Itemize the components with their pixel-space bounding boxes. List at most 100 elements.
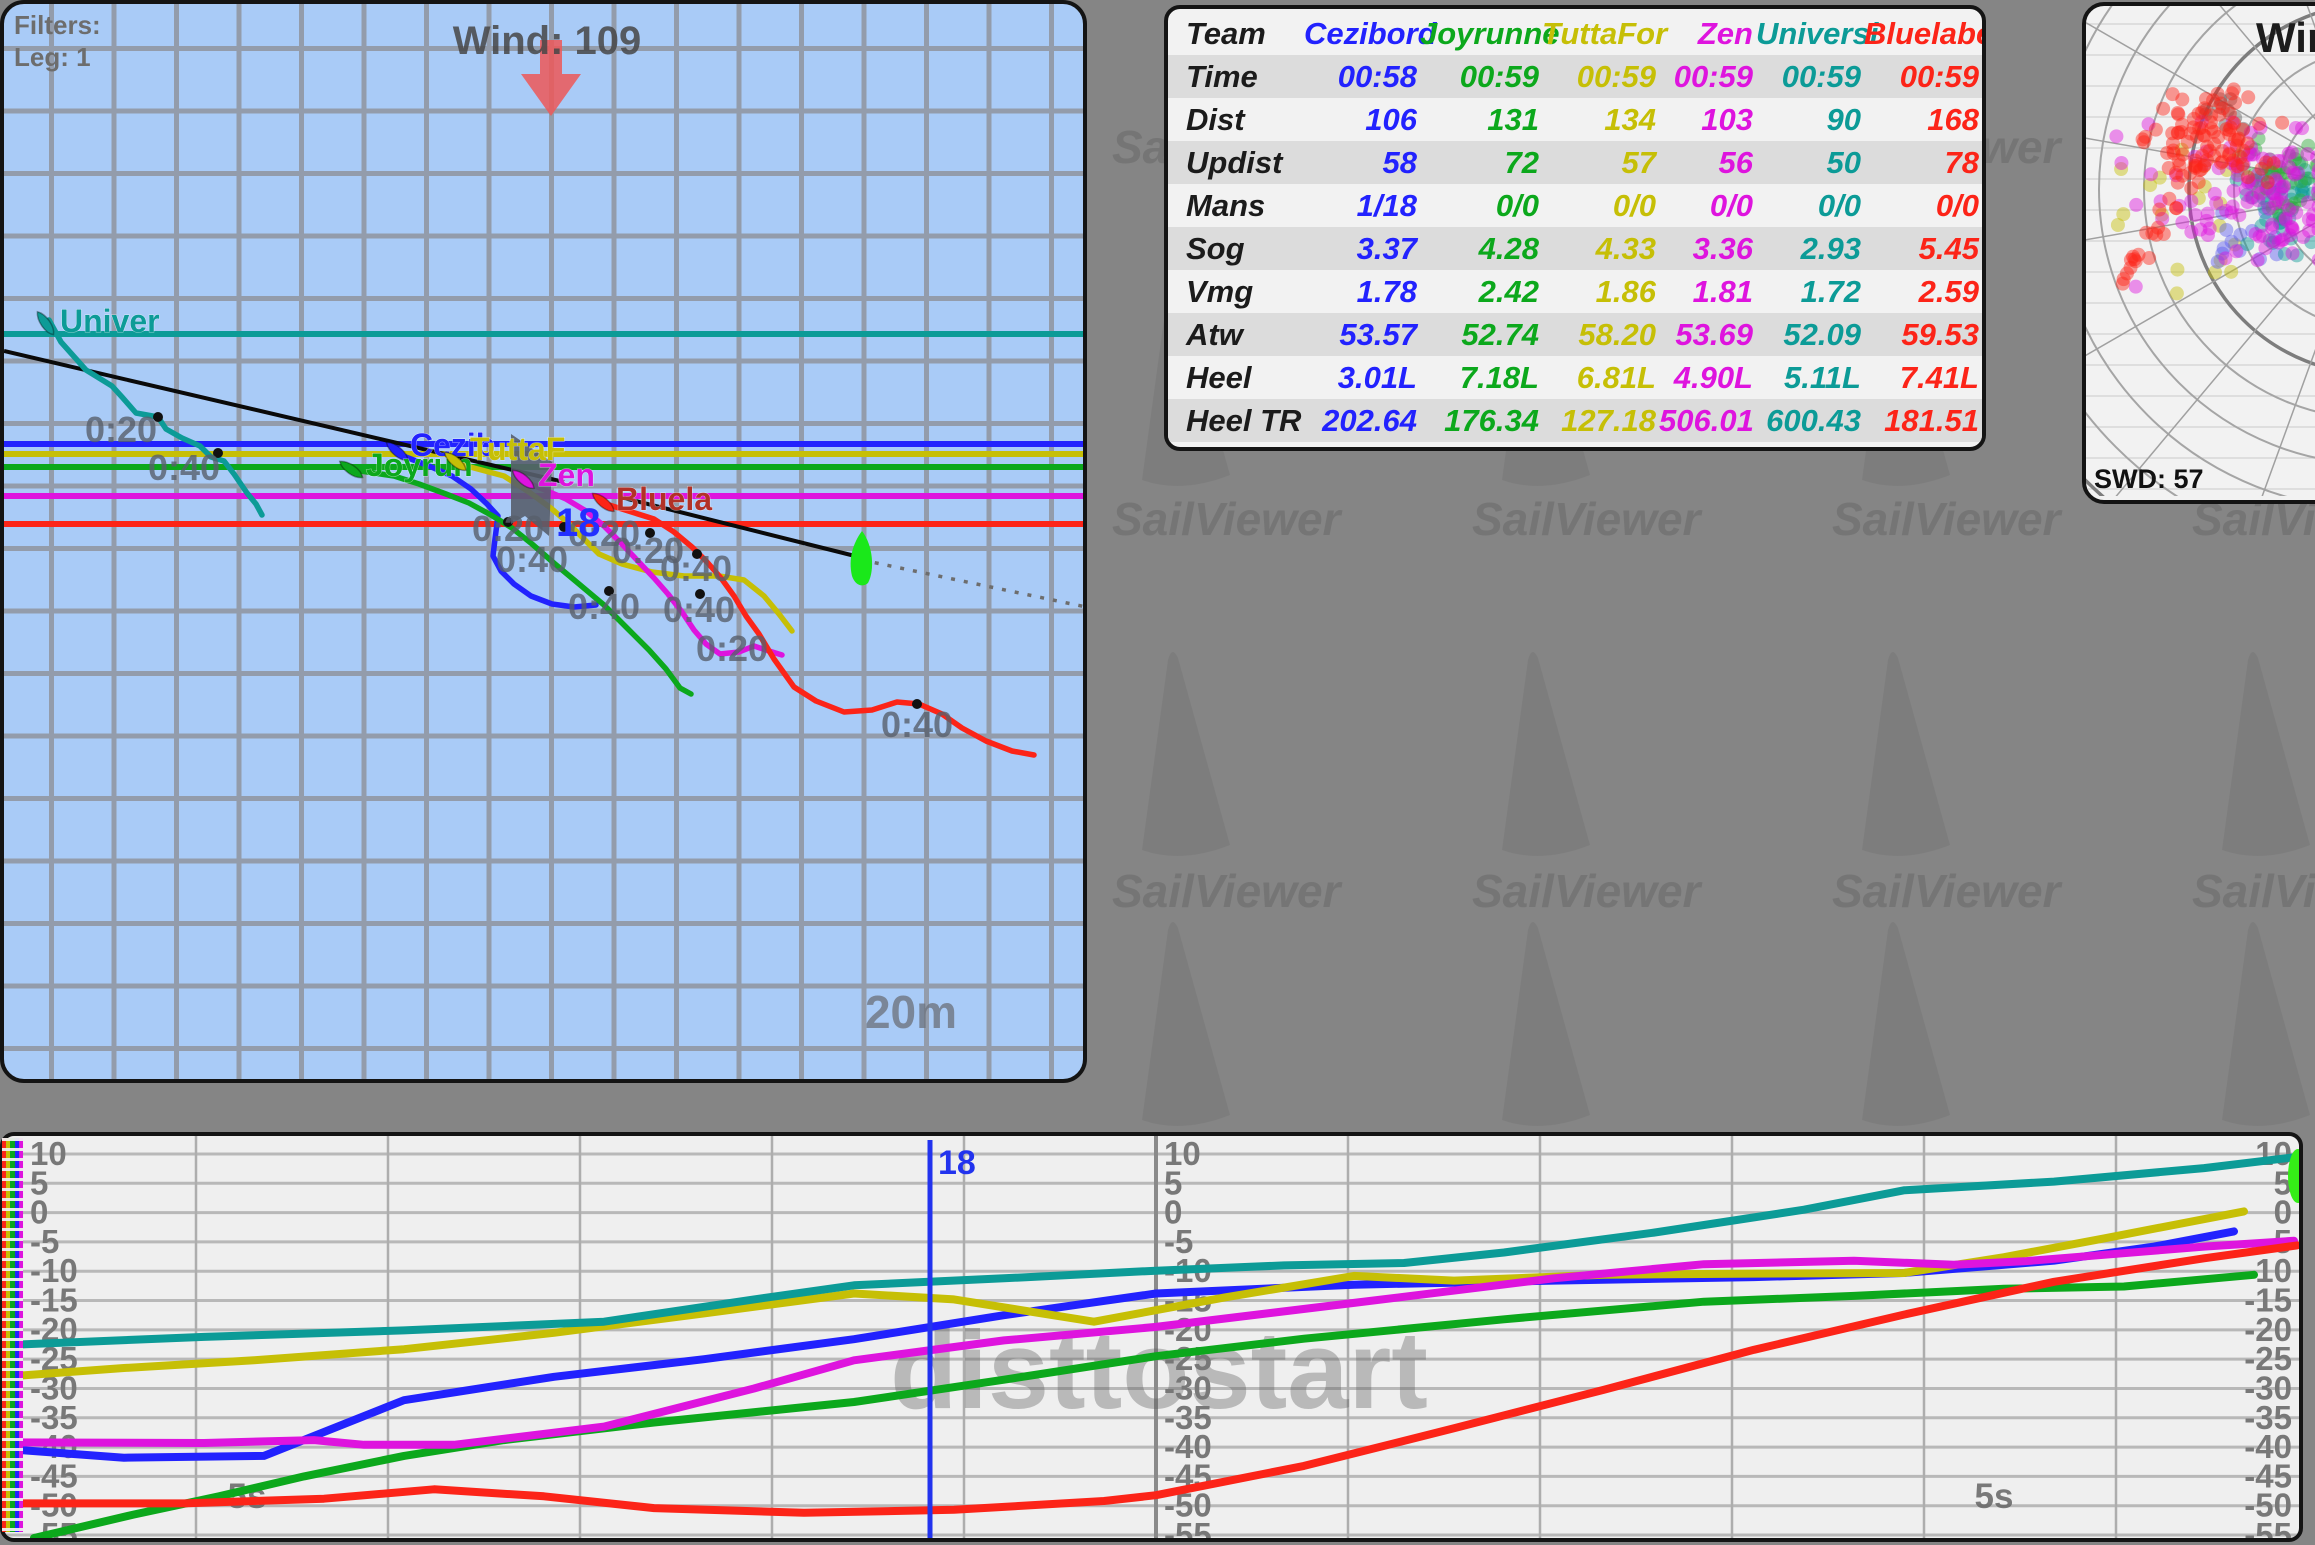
polar-sample-dot [2219,204,2233,218]
row-label: Mans [1168,184,1304,227]
table-cell: 1.81 [1659,270,1756,313]
table-cell: 2.42 [1420,270,1542,313]
polar-sample-dot [2296,230,2310,244]
team-column-header-zen[interactable]: Zen [1659,12,1756,55]
polar-sample-dot [2144,167,2158,181]
table-cell: 7.18L [1420,356,1542,399]
polar-sample-dot [2267,156,2281,170]
table-cell: 0/0 [1659,184,1756,227]
disttostart-chart[interactable]: disttostart101010555000-5-5-5-10-10-10-1… [0,1132,2303,1542]
x-tick-label: 5s [1975,1477,2014,1516]
watermark-text: SailViewer [1112,493,1343,545]
polar-sample-dot [2166,144,2180,158]
projected-course-line [862,560,1083,608]
table-cell: 134 [1542,98,1659,141]
table-row-updist: Updist587257565078 [1168,141,1982,184]
polar-sample-dot [2184,194,2198,208]
polar-sample-dot [2142,251,2156,265]
row-label: Dist [1168,98,1304,141]
boat-label-universi: Univer [60,303,160,339]
polar-sample-dot [2223,120,2237,134]
polar-sample-dot [2109,129,2123,143]
y-tick-label-mid: -55 [1164,1516,1212,1538]
polar-sample-dot [2162,192,2176,206]
polar-sample-dot [2274,187,2288,201]
polar-sample-dot [2222,147,2236,161]
polar-sample-dot [2285,145,2299,159]
polar-sample-dot [2241,90,2255,104]
table-cell: 59.53 [1864,313,1982,356]
table-cell: 00:58 [1304,55,1420,98]
polar-sample-dot [2219,223,2233,237]
table-cell: 52.09 [1756,313,1864,356]
table-cell: 506.01 [1659,399,1756,442]
table-cell: 4.33 [1542,227,1659,270]
polar-sample-dot [2261,175,2275,189]
watermark-sail-silhouette [1142,652,1230,856]
polar-sample-dot [2166,87,2180,101]
table-cell: 58 [1304,141,1420,184]
polar-sample-dot [2252,117,2266,131]
polar-sample-dot [2262,202,2276,216]
boat-label-zen: Zen [538,457,595,493]
polar-sample-dot [2282,160,2296,174]
team-column-header-universi[interactable]: Universi [1756,12,1864,55]
track-time-label: 0:40 [496,539,568,580]
leg-label[interactable]: Leg: 1 [14,42,91,72]
table-cell: 0/0 [1420,184,1542,227]
team-column-header-joyrunne[interactable]: Joyrunne [1420,12,1542,55]
table-cell: 3.01L [1304,356,1420,399]
polar-sample-dot [2170,286,2184,300]
row-label: Time [1168,55,1304,98]
row-label: Heel [1168,356,1304,399]
polar-sample-dot [2170,263,2184,277]
table-cell: 78 [1864,141,1982,184]
polar-sample-dot [2227,184,2241,198]
team-column-header-cezibord[interactable]: Cezibord [1304,12,1420,55]
team-column-header-bluelabe[interactable]: Bluelabe [1864,12,1982,55]
table-cell: 1.72 [1756,270,1864,313]
table-cell: 176.34 [1420,399,1542,442]
polar-sample-dot [2227,82,2241,96]
race-map-overlay: UniverCezibJoyrunTuttaFZenBluela0:200:40… [4,4,1083,1079]
polar-sample-dot [2251,253,2265,267]
disttostart-plot: disttostart101010555000-5-5-5-10-10-10-1… [4,1136,2299,1538]
table-cell: 1.78 [1304,270,1420,313]
y-tick-label-right: -55 [2244,1516,2292,1538]
polar-sample-dot [2120,266,2134,280]
table-cell: 0/0 [1542,184,1659,227]
table-row-time: Time00:5800:5900:5900:5900:5900:59 [1168,55,1982,98]
table-row-vmg: Vmg1.782.421.861.811.722.59 [1168,270,1982,313]
watermark-sail-silhouette [1862,652,1950,856]
watermark-text: SailViewer [1832,493,2063,545]
polar-sample-dot [2211,87,2225,101]
polar-sample-dot [2137,135,2151,149]
table-cell: 2.59 [1864,270,1982,313]
table-cell: 53.69 [1659,313,1756,356]
table-cell: 56 [1659,141,1756,184]
polar-sample-dot [2171,176,2185,190]
table-cell: 202.64 [1304,399,1420,442]
track-time-label: 0:40 [881,704,953,745]
gate-mark-icon [851,531,872,585]
polar-sample-dot [2114,156,2128,170]
table-cell: 00:59 [1542,55,1659,98]
polar-sample-dot [2156,102,2170,116]
watermark-sail-silhouette [1502,652,1590,856]
team-column-header-tuttafor[interactable]: TuttaFor [1542,12,1659,55]
map-scale-label: 20m [865,986,957,1038]
table-cell: 57 [1542,141,1659,184]
watermark-text: SailViewer [1112,865,1343,917]
table-cell: 131 [1420,98,1542,141]
swd-value-label: SWD: 57 [2094,464,2204,494]
polar-sample-dot [2241,136,2255,150]
race-map-view[interactable]: UniverCezibJoyrunTuttaFZenBluela0:200:40… [0,0,1087,1083]
chart-series-axis-strip [2,1138,23,1532]
wind-polar-panel[interactable]: WindSWD: 57 [2082,2,2315,504]
table-header-row: TeamCezibordJoyrunneTuttaForZenUniversiB… [1168,12,1982,55]
polar-sample-dot [2223,107,2237,121]
polar-sample-dot [2203,222,2217,236]
boat-label-bluelabe: Bluela [616,481,712,517]
table-cell: 106 [1304,98,1420,141]
polar-sample-dot [2172,158,2186,172]
